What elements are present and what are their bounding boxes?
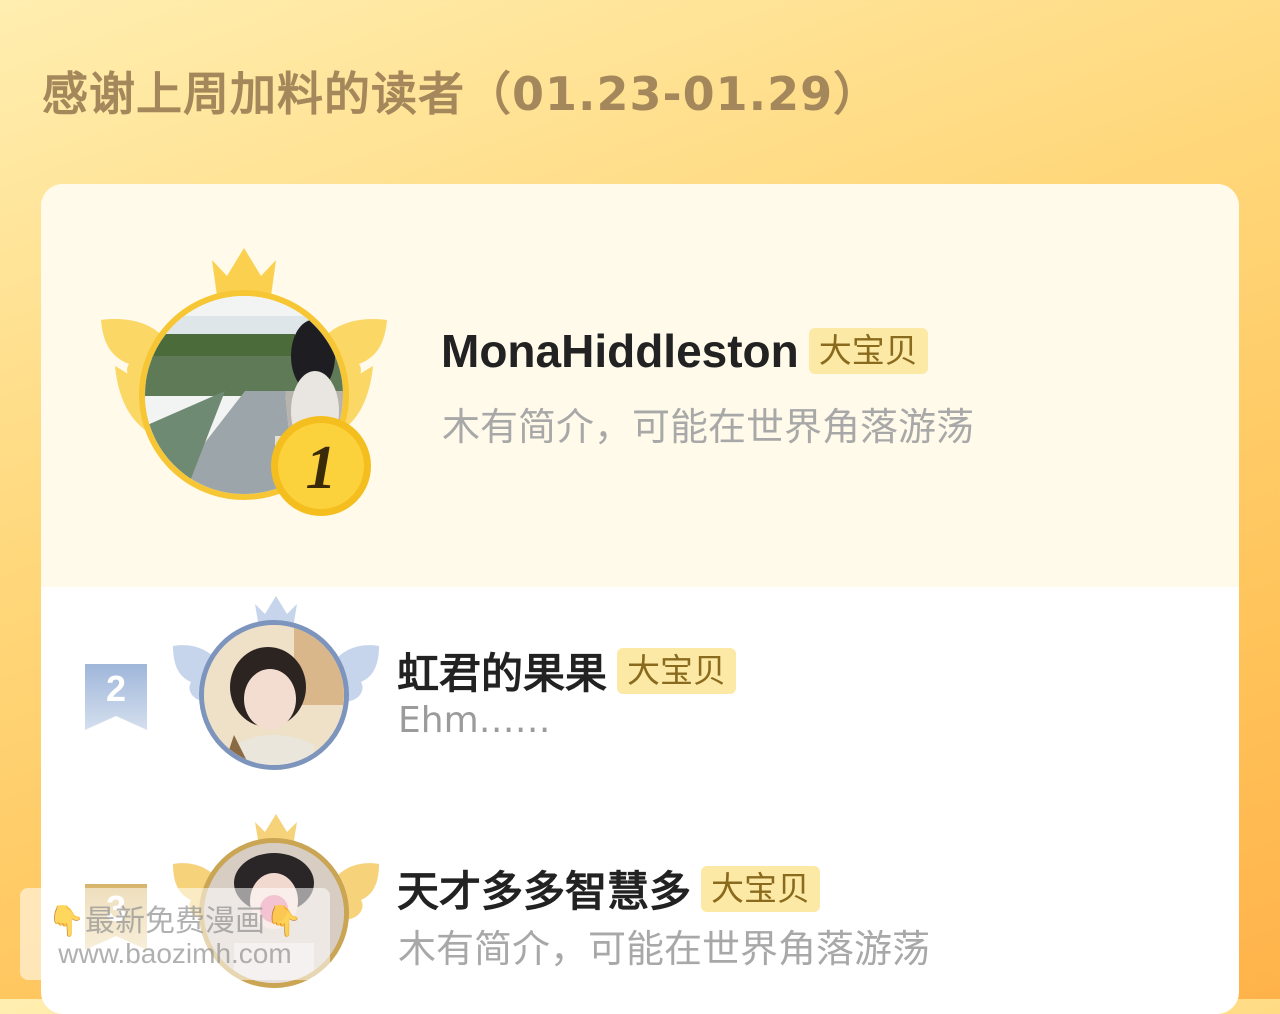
rank1-name-row: MonaHiddleston 大宝贝 — [441, 324, 928, 378]
rank2-avatar-group[interactable] — [171, 596, 381, 776]
svg-text:1: 1 — [306, 434, 337, 502]
rank2-flag-icon: 2 — [85, 664, 147, 730]
reader-badge: 大宝贝 — [701, 865, 821, 912]
watermark: 👇最新免费漫画👇 www.baozimh.com — [20, 888, 330, 980]
reader-name[interactable]: MonaHiddleston — [441, 324, 799, 378]
watermark-text: 👇最新免费漫画👇 — [47, 904, 303, 939]
rank1-avatar-group[interactable]: 1 — [99, 246, 389, 516]
page-title: 感谢上周加料的读者（01.23-01.29） — [42, 67, 881, 121]
rank2-avatar[interactable] — [199, 620, 349, 770]
reader-bio: Ehm…… — [398, 700, 551, 741]
reader-name[interactable]: 虹君的果果 — [397, 640, 607, 701]
avatar-photo — [204, 625, 344, 765]
rank-number: 2 — [105, 668, 127, 709]
reader-bio: 木有简介，可能在世界角落游荡 — [442, 405, 975, 449]
rank2-name-row: 虹君的果果 大宝贝 — [397, 640, 737, 701]
reader-name[interactable]: 天才多多智慧多 — [397, 858, 691, 919]
top-reader-section: 1 MonaHiddleston 大宝贝 木有简介，可能在世界角落游荡 — [41, 184, 1239, 587]
reader-badge: 大宝贝 — [808, 328, 928, 374]
reader-badge: 大宝贝 — [617, 647, 737, 694]
reader-bio: 木有简介，可能在世界角落游荡 — [398, 927, 931, 971]
watermark-url: www.baozimh.com — [58, 938, 292, 969]
rank-one-medal-icon: 1 — [271, 416, 371, 516]
rank3-name-row: 天才多多智慧多 大宝贝 — [397, 858, 821, 919]
